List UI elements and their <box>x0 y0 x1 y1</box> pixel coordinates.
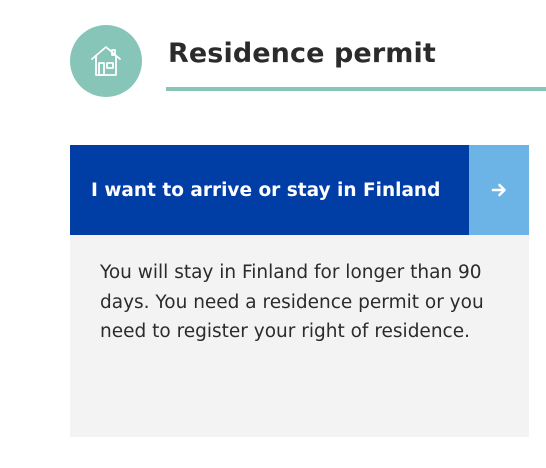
card-description: You will stay in Finland for longer than… <box>100 262 484 342</box>
page-title: Residence permit <box>168 38 436 69</box>
arrive-or-stay-link-label[interactable]: I want to arrive or stay in Finland <box>70 145 469 235</box>
arrive-or-stay-link[interactable]: I want to arrive or stay in Finland <box>70 145 529 235</box>
title-underline <box>166 87 546 91</box>
info-card: I want to arrive or stay in Finland You … <box>70 145 529 437</box>
arrow-right-icon[interactable] <box>469 145 529 235</box>
page: Residence permit I want to arrive or sta… <box>0 0 546 468</box>
house-icon <box>70 25 142 97</box>
